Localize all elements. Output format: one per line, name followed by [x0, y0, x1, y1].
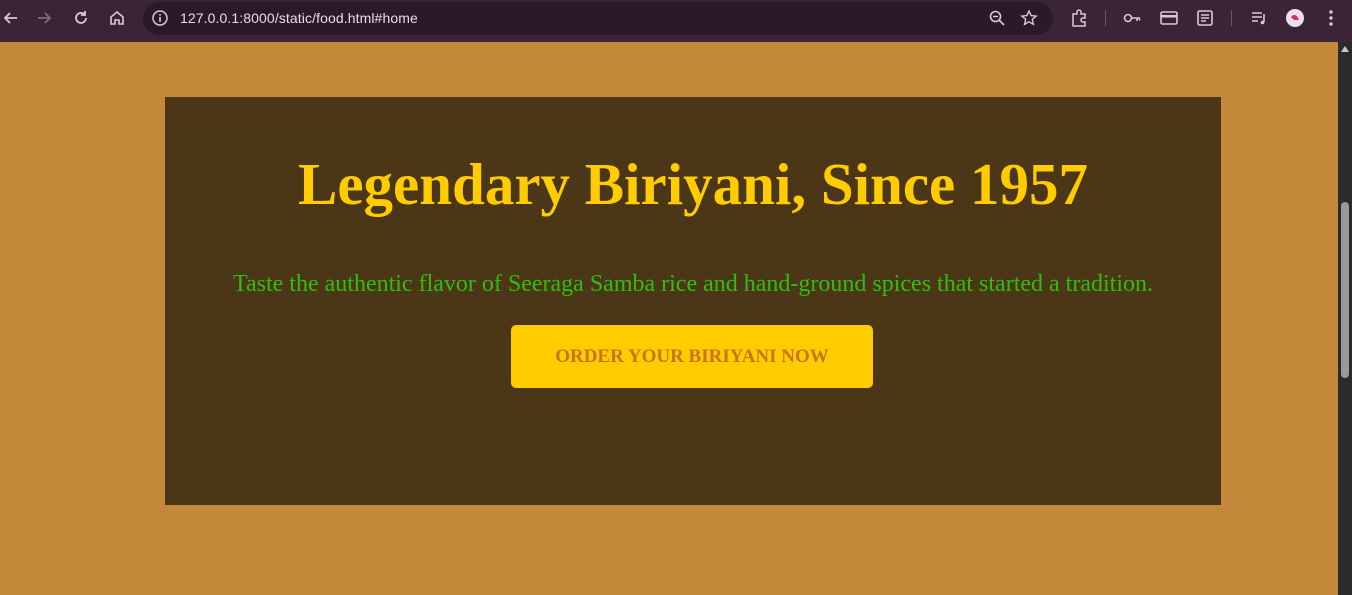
- hero-section: Legendary Biriyani, Since 1957 Taste the…: [165, 97, 1221, 505]
- extensions-icon[interactable]: [1069, 8, 1089, 28]
- password-key-icon[interactable]: [1122, 8, 1142, 28]
- bookmark-star-icon[interactable]: [1020, 9, 1038, 27]
- url-text[interactable]: 127.0.0.1:8000/static/food.html#home: [180, 10, 418, 26]
- order-biriyani-button[interactable]: ORDER YOUR BIRIYANI NOW: [511, 325, 873, 388]
- vertical-scrollbar[interactable]: [1338, 42, 1352, 595]
- scroll-up-arrow-icon[interactable]: [1341, 46, 1349, 52]
- home-icon[interactable]: [106, 7, 128, 29]
- address-bar[interactable]: 127.0.0.1:8000/static/food.html#home: [143, 2, 1053, 35]
- reading-list-icon[interactable]: [1195, 8, 1215, 28]
- forward-arrow-icon[interactable]: [33, 7, 55, 29]
- payment-card-icon[interactable]: [1159, 8, 1179, 28]
- scrollbar-thumb[interactable]: [1341, 202, 1349, 378]
- toolbar-divider: [1231, 10, 1232, 26]
- browser-toolbar: 127.0.0.1:8000/static/food.html#home: [0, 0, 1352, 42]
- hero-title: Legendary Biriyani, Since 1957: [298, 151, 1088, 217]
- toolbar-divider: [1105, 10, 1106, 26]
- back-arrow-icon[interactable]: [0, 7, 22, 29]
- hero-subtitle: Taste the authentic flavor of Seeraga Sa…: [233, 271, 1153, 297]
- media-controls-icon[interactable]: [1249, 8, 1269, 28]
- profile-avatar-icon[interactable]: [1285, 8, 1305, 28]
- zoom-icon[interactable]: [988, 9, 1006, 27]
- page-viewport: Legendary Biriyani, Since 1957 Taste the…: [0, 42, 1338, 595]
- site-info-icon[interactable]: [151, 9, 169, 27]
- reload-icon[interactable]: [70, 7, 92, 29]
- menu-dots-icon[interactable]: [1321, 8, 1341, 28]
